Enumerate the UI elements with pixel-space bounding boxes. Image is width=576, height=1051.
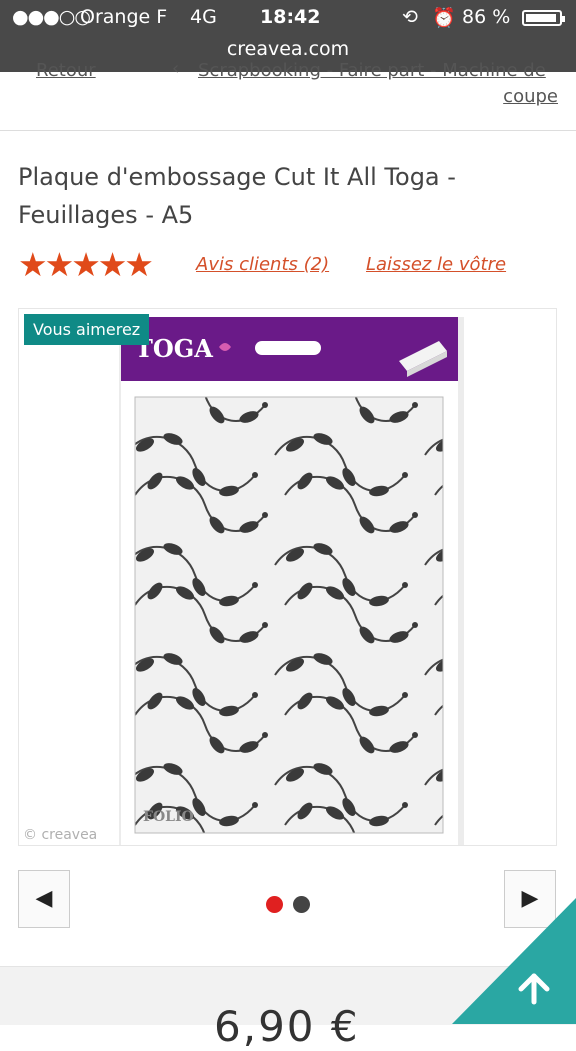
you-will-like-badge: Vous aimerez [24, 314, 150, 345]
star-icon: ★ [71, 245, 101, 284]
watermark: © creavea [23, 827, 98, 843]
carousel-dot-active[interactable] [266, 896, 283, 913]
back-link[interactable]: Retour [36, 60, 96, 81]
package-small-label: FOLIO [143, 809, 194, 825]
breadcrumb: Retour ‹ Scrapbooking - Faire part - Mac… [0, 58, 576, 131]
breadcrumb-category-link[interactable]: Scrapbooking - Faire part - Machine de [198, 60, 546, 81]
carousel-next-button[interactable]: ▶ [504, 870, 556, 928]
rating-stars: ★★★★★ [18, 248, 154, 281]
star-icon: ★ [97, 245, 128, 284]
product-price: 6,90 € [214, 1002, 360, 1051]
alarm-icon: ⏰ [432, 7, 456, 29]
address-bar-url[interactable]: creavea.com [0, 38, 576, 60]
carrier-name: Orange F [80, 6, 168, 28]
breadcrumb-category-link-wrap[interactable]: coupe [503, 86, 558, 107]
network-type: 4G [190, 6, 217, 28]
carousel-prev-button[interactable]: ◀ [18, 870, 70, 928]
battery-percent: 86 % [462, 6, 511, 28]
star-icon: ★ [44, 245, 75, 284]
signal-strength-icon: ●●●○○ [12, 6, 91, 28]
breadcrumb-separator: ‹ [172, 58, 180, 79]
battery-icon [522, 10, 565, 26]
star-icon: ★ [18, 245, 48, 284]
product-photo: TOGA FOLIO [119, 317, 464, 845]
rotation-lock-icon: ⟲ [402, 6, 418, 28]
carousel-dot[interactable] [293, 896, 310, 913]
write-review-link[interactable]: Laissez le vôtre [366, 254, 506, 275]
product-title: Plaque d'embossage Cut It All Toga - Feu… [18, 163, 456, 229]
zoom-icon[interactable] [465, 749, 557, 841]
clock: 18:42 [260, 6, 321, 28]
arrow-right-icon: ▶ [521, 886, 539, 911]
arrow-left-icon: ◀ [35, 886, 53, 911]
customer-reviews-link[interactable]: Avis clients (2) [196, 254, 329, 275]
star-icon: ★ [124, 245, 154, 284]
product-image-frame[interactable]: TOGA FOLIO Vous aimerez © creavea [18, 308, 557, 846]
